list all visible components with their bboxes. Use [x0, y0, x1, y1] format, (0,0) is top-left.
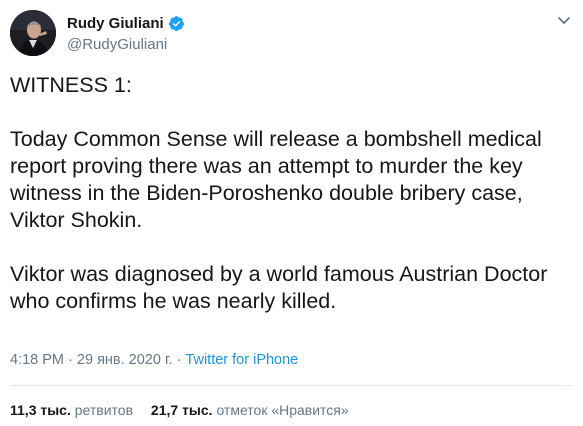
- meta-separator: ·: [176, 352, 182, 368]
- avatar[interactable]: [10, 10, 56, 56]
- tweet-source-link[interactable]: Twitter for iPhone: [185, 352, 298, 368]
- divider: [10, 385, 573, 386]
- tweet-time[interactable]: 4:18 PM: [10, 352, 64, 368]
- retweets-count: 11,3 тыс.: [10, 402, 71, 418]
- user-handle[interactable]: @RudyGiuliani: [67, 35, 185, 54]
- tweet-paragraph: Today Common Sense will release a bombsh…: [10, 127, 548, 232]
- likes-stat[interactable]: 21,7 тыс. отметок «Нравится»: [151, 402, 349, 419]
- verified-badge-icon: [168, 15, 185, 32]
- tweet-text: WITNESS 1: Today Common Sense will relea…: [10, 72, 575, 315]
- chevron-down-icon[interactable]: [555, 14, 573, 28]
- retweets-stat[interactable]: 11,3 тыс. ретвитов: [10, 402, 133, 419]
- tweet-header: Rudy Giuliani @RudyGiuliani: [10, 10, 573, 56]
- display-name[interactable]: Rudy Giuliani: [67, 14, 164, 33]
- tweet-card: Rudy Giuliani @RudyGiuliani WITNESS 1: T…: [0, 0, 583, 426]
- avatar-image: [10, 10, 56, 56]
- retweets-label: ретвитов: [74, 402, 134, 418]
- tweet-stats: 11,3 тыс. ретвитов 21,7 тыс. отметок «Нр…: [10, 402, 349, 419]
- meta-separator: ·: [68, 352, 73, 368]
- likes-label: отметок «Нравится»: [216, 402, 349, 418]
- tweet-date[interactable]: 29 янв. 2020 г.: [77, 352, 173, 368]
- author-names: Rudy Giuliani @RudyGiuliani: [67, 14, 185, 54]
- display-name-row: Rudy Giuliani: [67, 14, 185, 33]
- tweet-meta: 4:18 PM · 29 янв. 2020 г. · Twitter for …: [10, 351, 298, 369]
- tweet-paragraph: WITNESS 1:: [10, 73, 132, 97]
- tweet-paragraph: Viktor was diagnosed by a world famous A…: [10, 262, 554, 313]
- likes-count: 21,7 тыс.: [150, 402, 213, 418]
